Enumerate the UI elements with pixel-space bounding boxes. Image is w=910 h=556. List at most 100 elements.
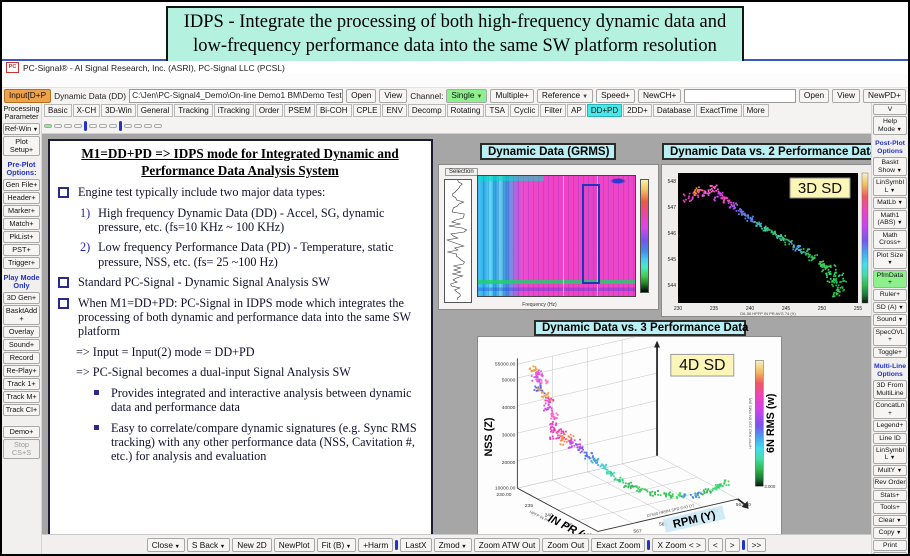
parameter-tab[interactable]: General ▼ [137,104,173,117]
right-sidebar-button[interactable]: Clear ▼ [873,515,907,526]
left-sidebar-button[interactable]: PkList+ ▼ [3,231,40,243]
idps-button[interactable] [74,124,82,128]
right-sidebar-button[interactable]: V ▼ [873,104,907,115]
bottom-toolbar-button[interactable]: Close ▼ [147,538,185,552]
bottom-toolbar-button[interactable]: Fit (B) ▼ [317,538,357,552]
pd-view-button[interactable]: View [832,89,860,103]
text-item[interactable]: => PC-Signal becomes a dual-input Signal… [56,365,424,379]
right-sidebar-button[interactable]: LinSymbl L ▼ [873,177,907,196]
right-sidebar-button[interactable]: MultY ▼ [873,465,907,476]
parameter-tab[interactable]: Order ▼ [255,104,283,117]
input-dp-button[interactable]: Input[D+P [4,89,51,103]
reference-dropdown[interactable]: Reference▼ [537,89,593,103]
text-item[interactable]: Provides integrated and interactive anal… [56,386,424,414]
bottom-toolbar-button[interactable]: Zoom Out ▼ [542,538,589,552]
right-sidebar-button[interactable]: Math Cross+ ▼ [873,230,907,249]
parameter-tab[interactable]: PSEM ▼ [284,104,315,117]
right-sidebar-button[interactable]: PfmData + ▼ [873,270,907,289]
right-sidebar-button[interactable]: Stats+ ▼ [873,490,907,501]
left-sidebar-button[interactable]: BasktAdd+ ▼ [3,305,40,325]
left-sidebar-button[interactable]: Marker+ ▼ [3,205,40,217]
left-sidebar-button[interactable]: Re-Play+ ▼ [3,365,40,377]
scatter3pd-plot-panel[interactable]: 55000.005000040000300002000010000.00230.… [477,336,782,534]
idps-button[interactable] [109,124,117,128]
pd-open-button[interactable]: Open [799,89,829,103]
parameter-tab[interactable]: DD+PD ▼ [587,104,622,117]
parameter-tab[interactable]: Tracking ▼ [174,104,212,117]
speed-button[interactable]: Speed+ [596,89,635,103]
left-sidebar-button[interactable]: Overlay ▼ [3,326,40,338]
open-button[interactable]: Open [346,89,376,103]
right-sidebar-button[interactable]: Help Mode ▼ [873,116,907,135]
right-sidebar-button[interactable]: Recall ▼ [873,552,907,554]
right-sidebar-button[interactable]: SpecOVL+ ▼ [873,327,907,346]
left-sidebar-button[interactable]: Match+ ▼ [3,218,40,230]
idps-button[interactable] [134,124,142,128]
idps-button[interactable] [64,124,72,128]
idps-button[interactable] [99,124,107,128]
right-sidebar-button[interactable]: Plot Size ▼ [873,250,907,269]
right-sidebar-button[interactable]: Print ▼ [873,540,907,551]
parameter-tab[interactable]: AP ▼ [567,104,586,117]
left-sidebar-button[interactable]: Track CI+ ▼ [3,404,40,416]
bottom-toolbar-button[interactable]: > ▼ [725,538,740,552]
bottom-toolbar-button[interactable]: Exact Zoom ▼ [591,538,645,552]
grms-spectrogram[interactable] [477,175,636,297]
right-sidebar-button[interactable]: 3D From MultiLine ▼ [873,380,907,399]
text-item[interactable]: => Input = Input(2) mode = DD+PD [56,345,424,359]
parameter-tab[interactable]: Database ▼ [653,104,695,117]
bottom-toolbar-button[interactable]: S Back ▼ [187,538,230,552]
selection-box[interactable] [582,184,600,284]
right-sidebar-button[interactable]: Legend+ ▼ [873,420,907,431]
idps-button[interactable] [154,124,162,128]
right-sidebar-button[interactable]: Rev Order ▼ [873,477,907,488]
right-sidebar-button[interactable]: Toggle+ ▼ [873,347,907,358]
grms-plot-panel[interactable]: Selection Frequency (Hz) [438,164,659,310]
channel-multiple-button[interactable]: Multiple+ [490,89,533,103]
selection-button[interactable]: Selection [445,168,478,176]
right-sidebar-button[interactable]: Sound ▼ [873,314,907,325]
text-item[interactable]: Standard PC-Signal - Dynamic Signal Anal… [56,275,424,289]
parameter-tab[interactable]: 2DD+ ▼ [623,104,652,117]
bottom-toolbar-button[interactable]: LastX ▼ [400,538,431,552]
scatter2pd-plot-panel[interactable]: 548547546545544230235240245250255D6-56 H… [661,164,871,317]
parameter-tab[interactable]: Decomp ▼ [408,104,446,117]
left-sidebar-button[interactable]: PST+ ▼ [3,244,40,256]
parameter-tab[interactable]: More ▼ [743,104,769,117]
parameter-tab[interactable]: ENV ▼ [382,104,406,117]
left-sidebar-button[interactable]: Header+ ▼ [3,192,40,204]
bottom-toolbar-button[interactable]: < ▼ [708,538,723,552]
parameter-tab[interactable]: CPLE ▼ [353,104,382,117]
left-sidebar-button[interactable]: Sound+ ▼ [3,339,40,351]
bottom-toolbar-button[interactable]: Zoom ATW Out ▼ [474,538,541,552]
parameter-tab[interactable]: Filter ▼ [540,104,566,117]
idps-button[interactable] [54,124,62,128]
left-sidebar-button[interactable]: Demo+ ▼ [3,426,40,438]
idps-button[interactable] [44,124,52,128]
scatter-plot-3d[interactable]: 55000.005000040000300002000010000.00230.… [478,337,781,534]
parameter-tab[interactable]: Bi-COH ▼ [316,104,352,117]
right-sidebar-button[interactable]: Ruler+ ▼ [873,289,907,300]
left-sidebar-button[interactable]: Track 1+ ▼ [3,378,40,390]
right-sidebar-button[interactable]: LinSymbl L ▼ [873,445,907,464]
parameter-tab[interactable]: iTracking ▼ [214,104,254,117]
right-sidebar-button[interactable]: Copy ▼ [873,527,907,538]
text-item[interactable]: Engine test typically include two major … [56,185,424,199]
text-item[interactable]: Easy to correlate/compare dynamic signat… [56,421,424,463]
left-sidebar-button[interactable]: 3D Gen+ ▼ [3,292,40,304]
bottom-toolbar-button[interactable]: X Zoom < > ▼ [652,538,705,552]
left-sidebar-button[interactable]: Record ▼ [3,352,40,364]
right-sidebar-button[interactable]: SD (A) ▼ [873,302,907,313]
right-sidebar-button[interactable]: Tools+ ▼ [873,502,907,513]
left-sidebar-button[interactable]: Trigger+ ▼ [3,257,40,269]
left-sidebar-button[interactable]: Gen File+ ▼ [3,179,40,191]
right-sidebar-button[interactable]: Line ID ▼ [873,433,907,444]
parameter-tab[interactable]: Basic ▼ [44,104,72,117]
left-sidebar-button[interactable]: Ref-Win ▼ [3,123,40,135]
left-sidebar-button[interactable]: Track M+ ▼ [3,391,40,403]
parameter-tab[interactable]: Rotating ▼ [447,104,485,117]
view-button[interactable]: View [379,89,407,103]
bottom-toolbar-button[interactable]: >> ▼ [747,538,767,552]
channel-single-dropdown[interactable]: Single▼ [446,89,487,103]
newpd-button[interactable]: NewPD+ [863,89,906,103]
